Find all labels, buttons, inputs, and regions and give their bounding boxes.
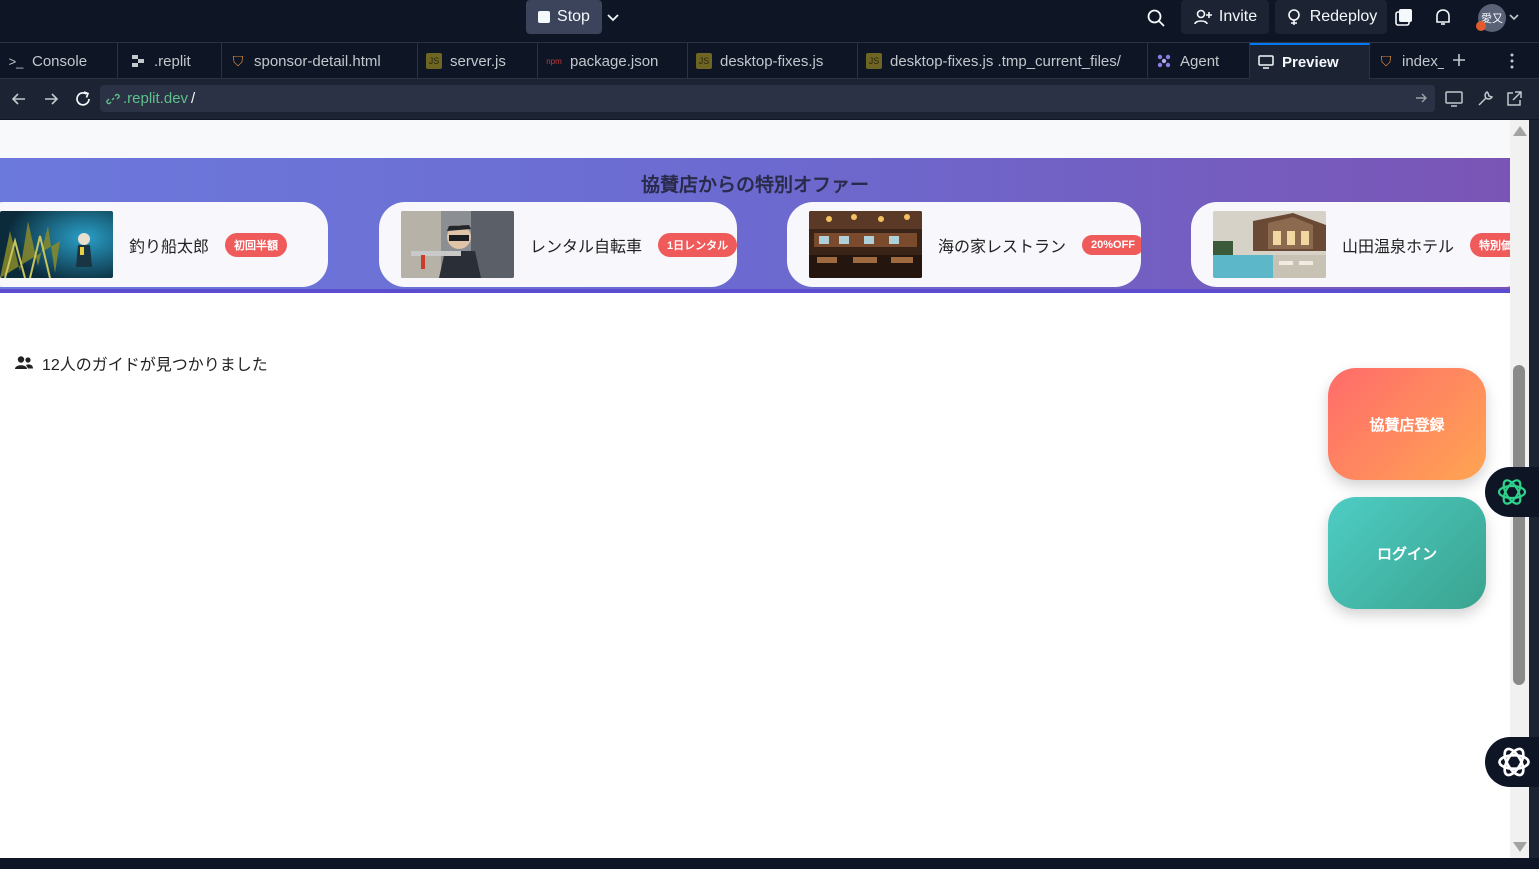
sponsor-card[interactable]: 海の家レストラン 20%OFF bbox=[787, 202, 1141, 287]
replit-config-icon bbox=[130, 53, 146, 69]
html-file-icon: ⛉ bbox=[1380, 52, 1392, 69]
sponsor-name: 山田温泉ホテル bbox=[1342, 238, 1455, 256]
url-host: .replit.dev bbox=[123, 90, 189, 107]
login-button[interactable]: ログイン bbox=[1328, 497, 1486, 609]
scroll-down-arrow-icon[interactable] bbox=[1513, 842, 1527, 852]
sponsor-image-fishing bbox=[0, 211, 113, 278]
tab-agent[interactable]: Agent bbox=[1148, 43, 1250, 79]
devtools-wrench-icon[interactable] bbox=[1475, 89, 1495, 109]
tab-label: desktop-fixes.js bbox=[720, 52, 824, 70]
page-header-strip bbox=[0, 120, 1510, 158]
redeploy-button-label: Redeploy bbox=[1309, 8, 1378, 25]
sponsor-image-restaurant bbox=[809, 211, 922, 278]
sponsor-offers-banner: 協賛店からの特別オファー 釣り船太郎 初回半額 レンタル自転車 1日レンタル 海… bbox=[0, 158, 1510, 293]
tab-console[interactable]: >_ Console bbox=[0, 43, 118, 79]
tab-label: desktop-fixes.js .tmp_current_files/ bbox=[890, 52, 1121, 70]
invite-button-label: Invite bbox=[1218, 8, 1258, 25]
tab-label: sponsor-detail.html bbox=[254, 52, 381, 70]
js-file-icon: JS bbox=[866, 53, 882, 69]
sponsor-image-hotel bbox=[1213, 211, 1326, 278]
search-icon[interactable] bbox=[1145, 7, 1167, 29]
workspace-header: Stop Invite Redeploy 愛又 bbox=[0, 0, 1539, 42]
preview-pane: 協賛店からの特別オファー 釣り船太郎 初回半額 レンタル自転車 1日レンタル 海… bbox=[0, 120, 1510, 858]
forward-arrow-icon[interactable] bbox=[41, 89, 61, 109]
editor-tab-bar: >_ Console .replit ⛉ sponsor-detail.html… bbox=[0, 42, 1539, 79]
deploy-icon bbox=[1287, 9, 1300, 25]
js-file-icon: JS bbox=[696, 53, 712, 69]
ai-assistant-green-button[interactable] bbox=[1485, 467, 1539, 517]
tab-server-js[interactable]: JS server.js bbox=[418, 43, 538, 79]
tab-label: Preview bbox=[1282, 53, 1339, 71]
open-external-icon[interactable] bbox=[1504, 89, 1524, 109]
status-bar bbox=[0, 858, 1539, 869]
link-icon bbox=[106, 93, 120, 104]
agent-icon bbox=[1156, 53, 1172, 69]
go-arrow-icon[interactable] bbox=[1413, 90, 1429, 106]
url-input[interactable]: .replit.dev / bbox=[100, 85, 1435, 112]
users-icon bbox=[15, 356, 33, 369]
tab-desktop-fixes-js-tmp[interactable]: JS desktop-fixes.js .tmp_current_files/ bbox=[858, 43, 1148, 79]
back-arrow-icon[interactable] bbox=[9, 89, 29, 109]
console-icon: >_ bbox=[8, 53, 24, 69]
offer-badge: 特別価格 bbox=[1470, 232, 1510, 257]
sponsor-image-bicycle bbox=[401, 211, 514, 278]
device-preview-icon[interactable] bbox=[1444, 89, 1464, 109]
tab-desktop-fixes-js[interactable]: JS desktop-fixes.js bbox=[688, 43, 858, 79]
tab-label: index_ bbox=[1402, 52, 1444, 70]
redeploy-button[interactable]: Redeploy bbox=[1275, 0, 1387, 34]
ai-knot-icon bbox=[1498, 747, 1530, 777]
scrollbar-thumb[interactable] bbox=[1513, 365, 1525, 685]
notification-bell-icon[interactable] bbox=[1432, 6, 1454, 28]
sponsor-name: 海の家レストラン bbox=[938, 238, 1067, 256]
guide-count-text: 12人のガイドが見つかりました bbox=[42, 357, 268, 374]
stop-button[interactable]: Stop bbox=[526, 0, 602, 34]
json-file-icon: npm bbox=[546, 56, 562, 66]
plus-icon[interactable] bbox=[1450, 51, 1468, 69]
ai-knot-icon bbox=[1497, 479, 1527, 505]
stop-icon bbox=[538, 11, 551, 23]
offer-badge: 初回半額 bbox=[225, 232, 288, 257]
tab-sponsor-detail-html[interactable]: ⛉ sponsor-detail.html bbox=[222, 43, 418, 79]
tab-label: .replit bbox=[154, 52, 191, 70]
scroll-up-arrow-icon[interactable] bbox=[1513, 126, 1527, 136]
ai-assistant-white-button[interactable] bbox=[1485, 737, 1539, 787]
tab-preview[interactable]: Preview bbox=[1250, 43, 1370, 79]
reload-icon[interactable] bbox=[73, 89, 93, 109]
invite-button[interactable]: Invite bbox=[1181, 0, 1269, 34]
js-file-icon: JS bbox=[426, 53, 442, 69]
tab-index[interactable]: ⛉ index_ bbox=[1370, 43, 1444, 79]
sponsor-name: 釣り船太郎 bbox=[129, 238, 210, 256]
url-path: / bbox=[191, 90, 196, 107]
sponsor-register-button[interactable]: 協賛店登録 bbox=[1328, 368, 1486, 480]
tab-label: Agent bbox=[1180, 52, 1220, 70]
offer-badge: 1日レンタル bbox=[658, 232, 737, 257]
sponsor-card[interactable]: レンタル自転車 1日レンタル bbox=[379, 202, 737, 287]
banner-title: 協賛店からの特別オファー bbox=[640, 175, 869, 196]
tab-replit[interactable]: .replit bbox=[118, 43, 222, 79]
chevron-down-icon[interactable] bbox=[604, 7, 622, 27]
sponsor-name: レンタル自転車 bbox=[530, 238, 643, 256]
tab-package-json[interactable]: npm package.json bbox=[538, 43, 688, 79]
guide-count: 12人のガイドが見つかりました bbox=[14, 351, 268, 375]
copy-icon[interactable] bbox=[1391, 4, 1417, 30]
preview-url-bar: .replit.dev / bbox=[0, 79, 1539, 119]
more-vertical-icon[interactable] bbox=[1503, 51, 1521, 71]
sponsor-card[interactable]: 釣り船太郎 初回半額 bbox=[0, 202, 328, 287]
monitor-icon bbox=[1258, 54, 1274, 70]
tab-label: server.js bbox=[450, 52, 506, 70]
offer-badge: 20%OFF bbox=[1082, 234, 1141, 255]
tab-label: package.json bbox=[570, 52, 659, 70]
add-user-icon bbox=[1194, 9, 1212, 25]
sponsor-card[interactable]: 山田温泉ホテル 特別価格 bbox=[1191, 202, 1510, 287]
html-file-icon: ⛉ bbox=[232, 52, 244, 69]
avatar-status-badge bbox=[1476, 21, 1486, 31]
stop-button-label: Stop bbox=[557, 8, 590, 25]
chevron-down-icon[interactable] bbox=[1508, 10, 1520, 24]
tab-label: Console bbox=[32, 52, 88, 70]
